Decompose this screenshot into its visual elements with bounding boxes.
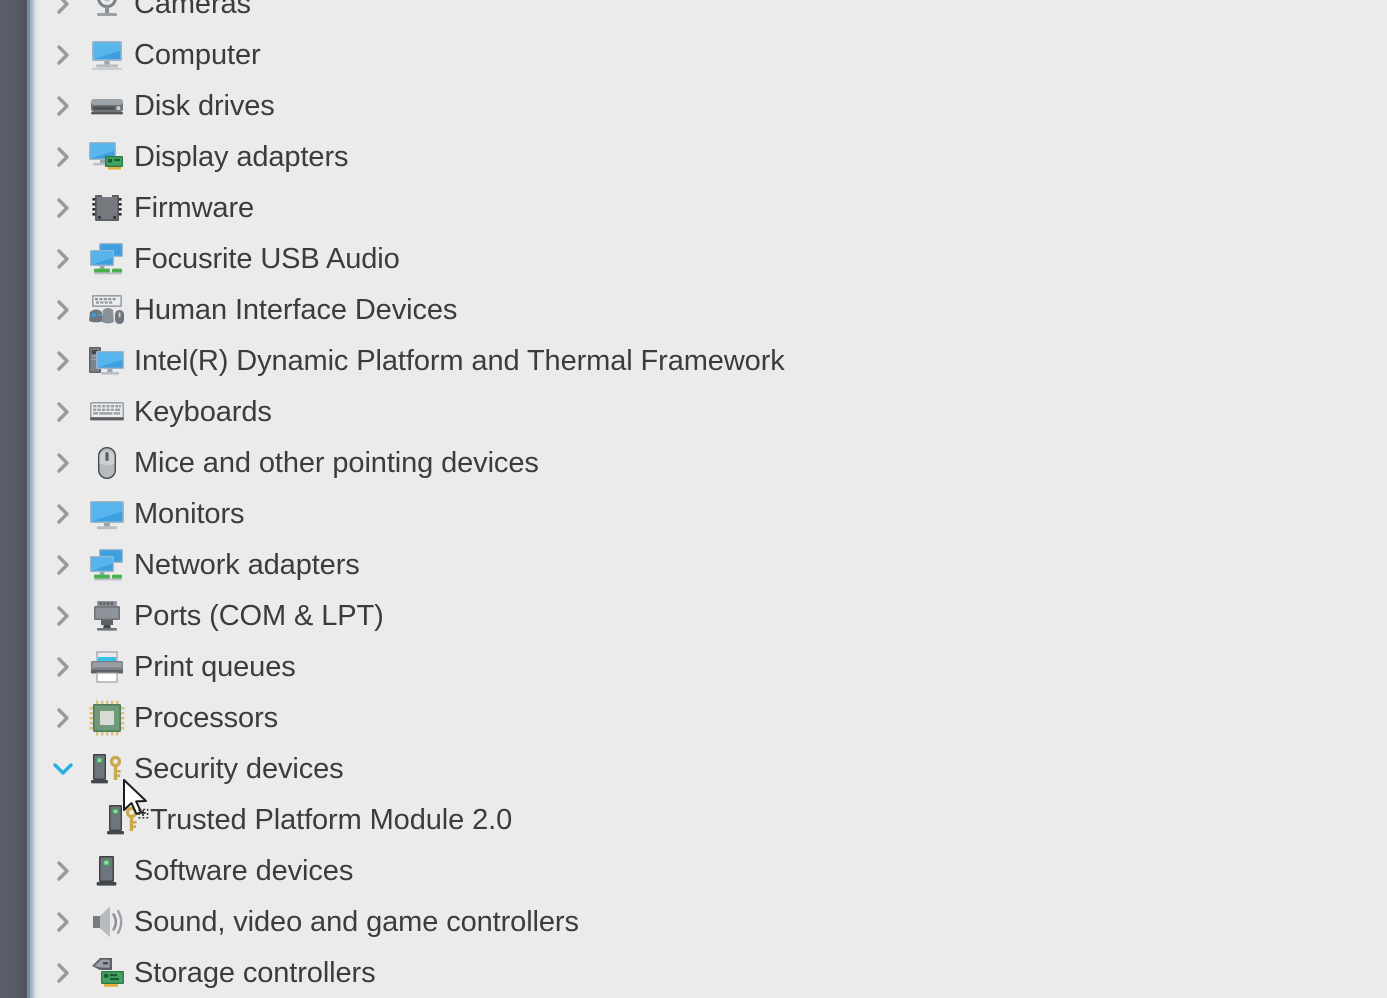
chevron-right-icon[interactable]	[42, 29, 84, 80]
tree-item-label: Network adapters	[134, 548, 360, 581]
chevron-down-icon[interactable]	[42, 743, 84, 794]
tree-item-label: Keyboards	[134, 395, 272, 428]
tree-item-keyboards[interactable]: Keyboards	[42, 386, 1387, 437]
tree-item-print-queues[interactable]: Print queues	[42, 641, 1387, 692]
tree-item-label: Software devices	[134, 854, 354, 887]
tree-item-monitors[interactable]: Monitors	[42, 488, 1387, 539]
tree-item-sound-video-and-game-controllers[interactable]: Sound, video and game controllers	[42, 896, 1387, 947]
tree-item-firmware[interactable]: Firmware	[42, 182, 1387, 233]
monitor-icon	[84, 488, 130, 539]
tree-item-human-interface-devices[interactable]: Human Interface Devices	[42, 284, 1387, 335]
network-adapter-icon	[84, 539, 130, 590]
disk-drive-icon	[84, 80, 130, 131]
tree-item-label: Monitors	[134, 497, 245, 530]
software-device-icon	[84, 845, 130, 896]
tree-item-intel-r-dynamic-platform-and-thermal-framework[interactable]: Intel(R) Dynamic Platform and Thermal Fr…	[42, 335, 1387, 386]
mouse-icon	[84, 437, 130, 488]
tree-item-label: Cameras	[134, 0, 251, 20]
chevron-right-icon[interactable]	[42, 437, 84, 488]
window-left-edge	[0, 0, 27, 998]
tree-item-security-devices[interactable]: Security devices	[42, 743, 1387, 794]
tree-item-label: Print queues	[134, 650, 296, 683]
security-device-icon	[84, 743, 130, 794]
tree-item-disk-drives[interactable]: Disk drives	[42, 80, 1387, 131]
chevron-right-icon[interactable]	[42, 896, 84, 947]
chevron-right-icon[interactable]	[42, 131, 84, 182]
tree-item-label: Storage controllers	[134, 956, 376, 989]
computer-icon	[84, 29, 130, 80]
processor-icon	[84, 692, 130, 743]
tree-item-focusrite-usb-audio[interactable]: Focusrite USB Audio	[42, 233, 1387, 284]
tree-item-software-devices[interactable]: Software devices	[42, 845, 1387, 896]
security-device-icon	[100, 794, 146, 845]
tree-item-display-adapters[interactable]: Display adapters	[42, 131, 1387, 182]
chevron-right-icon[interactable]	[42, 335, 84, 386]
device-manager-screen: Cameras Computer Disk drives Display ada…	[0, 0, 1387, 998]
device-tree[interactable]: Cameras Computer Disk drives Display ada…	[42, 0, 1387, 998]
tree-item-label: Intel(R) Dynamic Platform and Thermal Fr…	[134, 344, 785, 377]
chevron-right-icon[interactable]	[42, 947, 84, 998]
tree-item-cameras[interactable]: Cameras	[42, 0, 1387, 29]
tree-item-label: Firmware	[134, 191, 255, 224]
tree-item-storage-controllers[interactable]: Storage controllers	[42, 947, 1387, 998]
tree-item-label: Display adapters	[134, 140, 349, 173]
keyboard-icon	[84, 386, 130, 437]
tree-item-label: Trusted Platform Module 2.0	[150, 803, 513, 836]
chevron-right-icon[interactable]	[42, 0, 84, 29]
system-device-icon	[84, 335, 130, 386]
tree-item-label: Sound, video and game controllers	[134, 905, 579, 938]
tree-item-network-adapters[interactable]: Network adapters	[42, 539, 1387, 590]
tree-item-label: Human Interface Devices	[134, 293, 458, 326]
tree-item-ports-com-lpt[interactable]: Ports (COM & LPT)	[42, 590, 1387, 641]
tree-item-label: Security devices	[134, 752, 344, 785]
display-adapter-icon	[84, 131, 130, 182]
tree-item-label: Mice and other pointing devices	[134, 446, 539, 479]
chevron-right-icon[interactable]	[42, 641, 84, 692]
tree-item-computer[interactable]: Computer	[42, 29, 1387, 80]
tree-item-label: Computer	[134, 38, 261, 71]
firmware-chip-icon	[84, 182, 130, 233]
printer-icon	[84, 641, 130, 692]
tree-item-label: Processors	[134, 701, 279, 734]
chevron-right-icon[interactable]	[42, 692, 84, 743]
chevron-right-icon[interactable]	[42, 488, 84, 539]
storage-controller-icon	[84, 947, 130, 998]
tree-panel-inner-edge	[35, 0, 42, 998]
hid-icon	[84, 284, 130, 335]
chevron-right-icon[interactable]	[42, 233, 84, 284]
chevron-right-icon[interactable]	[42, 182, 84, 233]
tree-item-label: Focusrite USB Audio	[134, 242, 400, 275]
chevron-right-icon[interactable]	[42, 539, 84, 590]
serial-port-icon	[84, 590, 130, 641]
speaker-icon	[84, 896, 130, 947]
network-adapter-icon	[84, 233, 130, 284]
chevron-right-icon[interactable]	[42, 80, 84, 131]
chevron-right-icon[interactable]	[42, 590, 84, 641]
tree-item-mice-and-other-pointing-devices[interactable]: Mice and other pointing devices	[42, 437, 1387, 488]
chevron-right-icon[interactable]	[42, 386, 84, 437]
tree-item-processors[interactable]: Processors	[42, 692, 1387, 743]
chevron-right-icon[interactable]	[42, 284, 84, 335]
camera-icon	[84, 0, 130, 29]
tree-item-trusted-platform-module-2-0[interactable]: Trusted Platform Module 2.0	[42, 794, 1387, 845]
chevron-right-icon[interactable]	[42, 845, 84, 896]
tree-item-label: Disk drives	[134, 89, 275, 122]
tree-item-label: Ports (COM & LPT)	[134, 599, 384, 632]
